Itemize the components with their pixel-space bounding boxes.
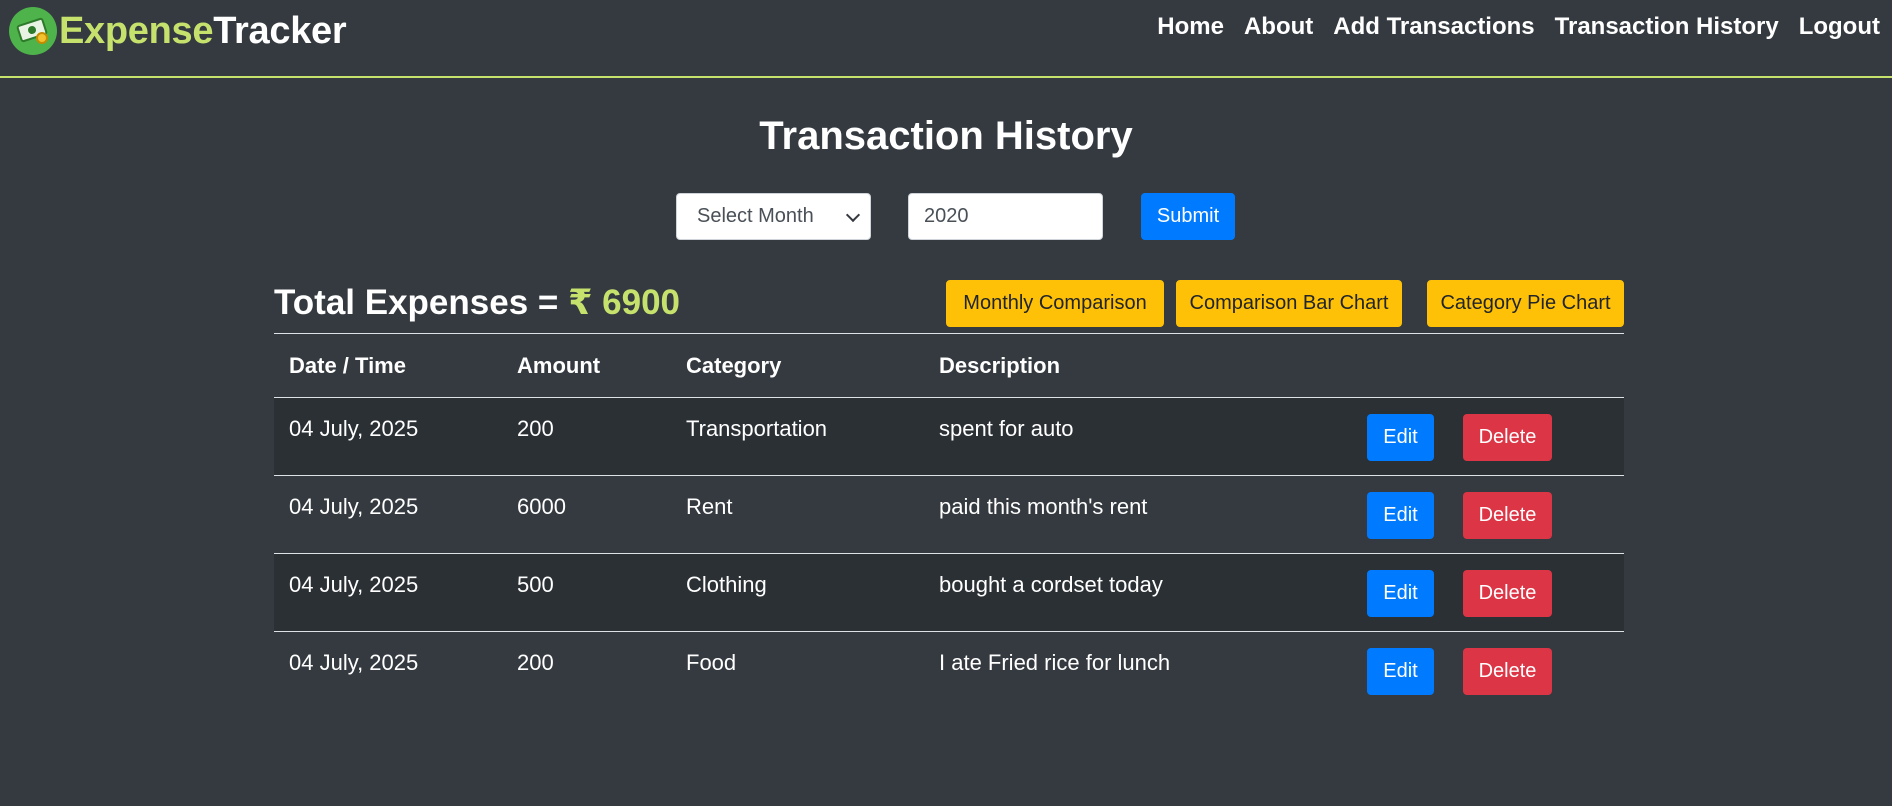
row-description: I ate Fried rice for lunch <box>939 650 1171 675</box>
nav-add-transactions-link[interactable]: Add Transactions <box>1333 10 1534 44</box>
nav-home-link[interactable]: Home <box>1157 10 1224 44</box>
row-amount: 6000 <box>517 494 566 519</box>
brand-name-part1: Expense <box>59 10 214 52</box>
row-category: Rent <box>686 494 733 519</box>
month-select[interactable]: Select Month <box>676 193 871 240</box>
nav-transaction-history-link[interactable]: Transaction History <box>1555 10 1779 44</box>
submit-button[interactable]: Submit <box>1141 193 1235 240</box>
row-category: Clothing <box>686 572 767 597</box>
edit-button[interactable]: Edit <box>1367 414 1434 461</box>
nav-about-link[interactable]: About <box>1244 10 1313 44</box>
row-date: 04 July, 2025 <box>289 572 419 597</box>
category-pie-chart-button[interactable]: Category Pie Chart <box>1427 280 1624 327</box>
delete-button[interactable]: Delete <box>1463 492 1552 539</box>
row-amount: 200 <box>517 416 554 441</box>
row-description: bought a cordset today <box>939 572 1163 597</box>
header-amount: Amount <box>517 353 601 378</box>
row-amount: 500 <box>517 572 554 597</box>
header-description: Description <box>939 353 1061 378</box>
filter-form: Select Month Submit <box>676 193 1235 240</box>
money-logo-icon <box>9 7 57 55</box>
row-description: spent for auto <box>939 416 1074 441</box>
month-select-value: Select Month <box>697 205 814 227</box>
row-date: 04 July, 2025 <box>289 416 419 441</box>
monthly-comparison-button[interactable]: Monthly Comparison <box>946 280 1164 327</box>
delete-button[interactable]: Delete <box>1463 648 1552 695</box>
delete-button[interactable]: Delete <box>1463 414 1552 461</box>
table-row: 04 July, 2025 6000 Rent paid this month'… <box>274 476 1624 554</box>
nav-links: Home About Add Transactions Transaction … <box>1157 10 1880 44</box>
chevron-down-icon <box>845 207 861 223</box>
navbar: ExpenseTracker Home About Add Transactio… <box>0 0 1892 78</box>
brand[interactable]: ExpenseTracker <box>9 6 347 56</box>
row-amount: 200 <box>517 650 554 675</box>
total-expenses-label: Total Expenses = <box>274 283 569 322</box>
row-date: 04 July, 2025 <box>289 494 419 519</box>
row-description: paid this month's rent <box>939 494 1148 519</box>
delete-button[interactable]: Delete <box>1463 570 1552 617</box>
row-category: Transportation <box>686 416 828 441</box>
edit-button[interactable]: Edit <box>1367 570 1434 617</box>
brand-name: ExpenseTracker <box>59 6 347 56</box>
edit-button[interactable]: Edit <box>1367 492 1434 539</box>
table-row: 04 July, 2025 200 Transportation spent f… <box>274 398 1624 476</box>
row-category: Food <box>686 650 737 675</box>
coin-shape <box>36 32 48 44</box>
transactions-table: Date / Time Amount Category Description … <box>274 333 1624 710</box>
comparison-bar-chart-button[interactable]: Comparison Bar Chart <box>1176 280 1402 327</box>
header-category: Category <box>686 353 782 378</box>
edit-button[interactable]: Edit <box>1367 648 1434 695</box>
nav-logout-link[interactable]: Logout <box>1799 10 1880 44</box>
total-expenses-amount: ₹ 6900 <box>568 283 681 322</box>
brand-name-part2: Tracker <box>213 10 347 52</box>
page-title: Transaction History <box>759 114 1133 158</box>
total-expenses: Total Expenses = ₹ 6900 <box>274 280 680 326</box>
table-header: Date / Time Amount Category Description <box>274 333 1624 398</box>
row-date: 04 July, 2025 <box>289 650 419 675</box>
table-row: 04 July, 2025 200 Food I ate Fried rice … <box>274 632 1624 710</box>
table-row: 04 July, 2025 500 Clothing bought a cord… <box>274 554 1624 632</box>
header-date: Date / Time <box>289 353 406 378</box>
year-input[interactable] <box>908 193 1103 240</box>
